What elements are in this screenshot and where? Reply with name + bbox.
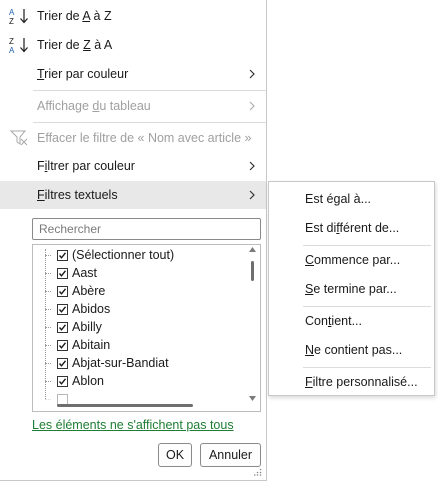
not-all-items-shown-link[interactable]: Les éléments ne s'affichent pas tous [32, 418, 234, 432]
sort-by-color-label: Trier par couleur [37, 67, 129, 81]
list-item[interactable]: Abilly [37, 318, 102, 336]
horizontal-scrollbar-thumb[interactable] [57, 404, 193, 407]
clear-filter-icon [10, 130, 28, 146]
filter-by-color-item[interactable]: Filtrer par couleur [0, 152, 266, 180]
begins-with-label: Commence par... [305, 253, 401, 267]
svg-text:A: A [9, 46, 15, 54]
text-filters-label: Filtres textuels [37, 188, 118, 202]
ends-with-item[interactable]: Se termine par... [269, 275, 434, 303]
begins-with-item[interactable]: Commence par... [269, 246, 434, 274]
menu-divider [33, 122, 266, 123]
custom-filter-label: Filtre personnalisé... [305, 375, 418, 389]
list-item[interactable]: (Sélectionner tout) [37, 246, 174, 264]
list-item-label: Ablon [72, 374, 104, 388]
ends-with-label: Se termine par... [305, 282, 397, 296]
svg-text:Z: Z [9, 37, 14, 46]
chevron-right-icon [249, 69, 255, 79]
checkbox[interactable] [57, 267, 68, 279]
text-filters-submenu: Est égal à... Est différent de... Commen… [268, 181, 435, 396]
custom-filter-item[interactable]: Filtre personnalisé... [269, 368, 434, 396]
clear-filter-label: Effacer le filtre de « Nom avec article … [37, 131, 252, 145]
list-item-label: Abjat-sur-Bandiat [72, 356, 169, 370]
sheet-view-item: Affichage du tableau [0, 92, 266, 120]
value-list[interactable]: (Sélectionner tout) Aast Abère Abidos Ab… [32, 244, 261, 412]
filter-by-color-label: Filtrer par couleur [37, 159, 135, 173]
list-item[interactable]: Aast [37, 264, 97, 282]
sort-a-to-z-item[interactable]: A Z Trier de A à Z [0, 2, 266, 30]
sort-z-to-a-label: Trier de Z à A [37, 38, 113, 52]
menu-divider [33, 90, 266, 91]
filter-dropdown-menu: A Z Trier de A à Z Z A Trier de Z à A Tr… [0, 0, 267, 481]
checkmark-icon [58, 341, 67, 349]
list-item[interactable]: Abitain [37, 336, 110, 354]
svg-text:A: A [9, 8, 15, 17]
chevron-right-icon [249, 161, 255, 171]
sort-by-color-item[interactable]: Trier par couleur [0, 60, 266, 88]
checkmark-icon [58, 287, 67, 295]
list-item[interactable]: Abidos [37, 300, 110, 318]
equals-item[interactable]: Est égal à... [269, 185, 434, 213]
ok-button[interactable]: OK [158, 443, 192, 467]
chevron-right-icon [249, 101, 255, 111]
checkbox[interactable] [57, 303, 68, 315]
checkmark-icon [58, 251, 67, 259]
clear-filter-item: Effacer le filtre de « Nom avec article … [0, 124, 266, 152]
checkmark-icon [58, 359, 67, 367]
list-item-label: Abilly [72, 320, 102, 334]
list-item-label: Aast [72, 266, 98, 280]
not-equal-item[interactable]: Est différent de... [269, 214, 434, 242]
checkmark-icon [58, 305, 67, 313]
equals-label: Est égal à... [305, 192, 372, 206]
list-item[interactable]: Abjat-sur-Bandiat [37, 354, 169, 372]
checkmark-icon [58, 269, 67, 277]
not-equal-label: Est différent de... [305, 221, 400, 235]
resize-grip-icon[interactable] [254, 468, 262, 476]
list-item[interactable]: Abère [37, 282, 105, 300]
checkbox[interactable] [57, 249, 68, 261]
contains-item[interactable]: Contient... [269, 307, 434, 335]
checkbox[interactable] [57, 285, 68, 297]
does-not-contain-item[interactable]: Ne contient pas... [269, 336, 434, 364]
sheet-view-label: Affichage du tableau [37, 99, 151, 113]
sort-ascending-icon: A Z [9, 8, 28, 25]
scroll-up-arrow-icon[interactable] [249, 247, 256, 252]
list-item[interactable]: Ablon [37, 372, 104, 390]
list-item-label: Abère [72, 284, 106, 298]
scroll-down-arrow-icon[interactable] [249, 396, 256, 401]
checkmark-icon [58, 377, 67, 385]
chevron-right-icon [249, 190, 255, 200]
list-item-label: (Sélectionner tout) [72, 248, 175, 262]
does-not-contain-label: Ne contient pas... [305, 343, 403, 357]
vertical-scrollbar-thumb[interactable] [251, 261, 254, 281]
sort-z-to-a-item[interactable]: Z A Trier de Z à A [0, 31, 266, 59]
checkbox[interactable] [57, 357, 68, 369]
checkbox [57, 393, 68, 405]
sort-a-to-z-label: Trier de A à Z [37, 9, 112, 23]
svg-text:Z: Z [9, 17, 14, 25]
checkmark-icon [58, 323, 67, 331]
checkbox[interactable] [57, 321, 68, 333]
sort-descending-icon: Z A [9, 37, 28, 54]
list-item-label: Abidos [72, 302, 111, 316]
text-filters-item[interactable]: Filtres textuels [0, 181, 266, 209]
checkbox[interactable] [57, 375, 68, 387]
cancel-button[interactable]: Annuler [200, 443, 261, 467]
contains-label: Contient... [305, 314, 362, 328]
search-input[interactable] [32, 218, 261, 240]
list-item-label: Abitain [72, 338, 111, 352]
checkbox[interactable] [57, 339, 68, 351]
